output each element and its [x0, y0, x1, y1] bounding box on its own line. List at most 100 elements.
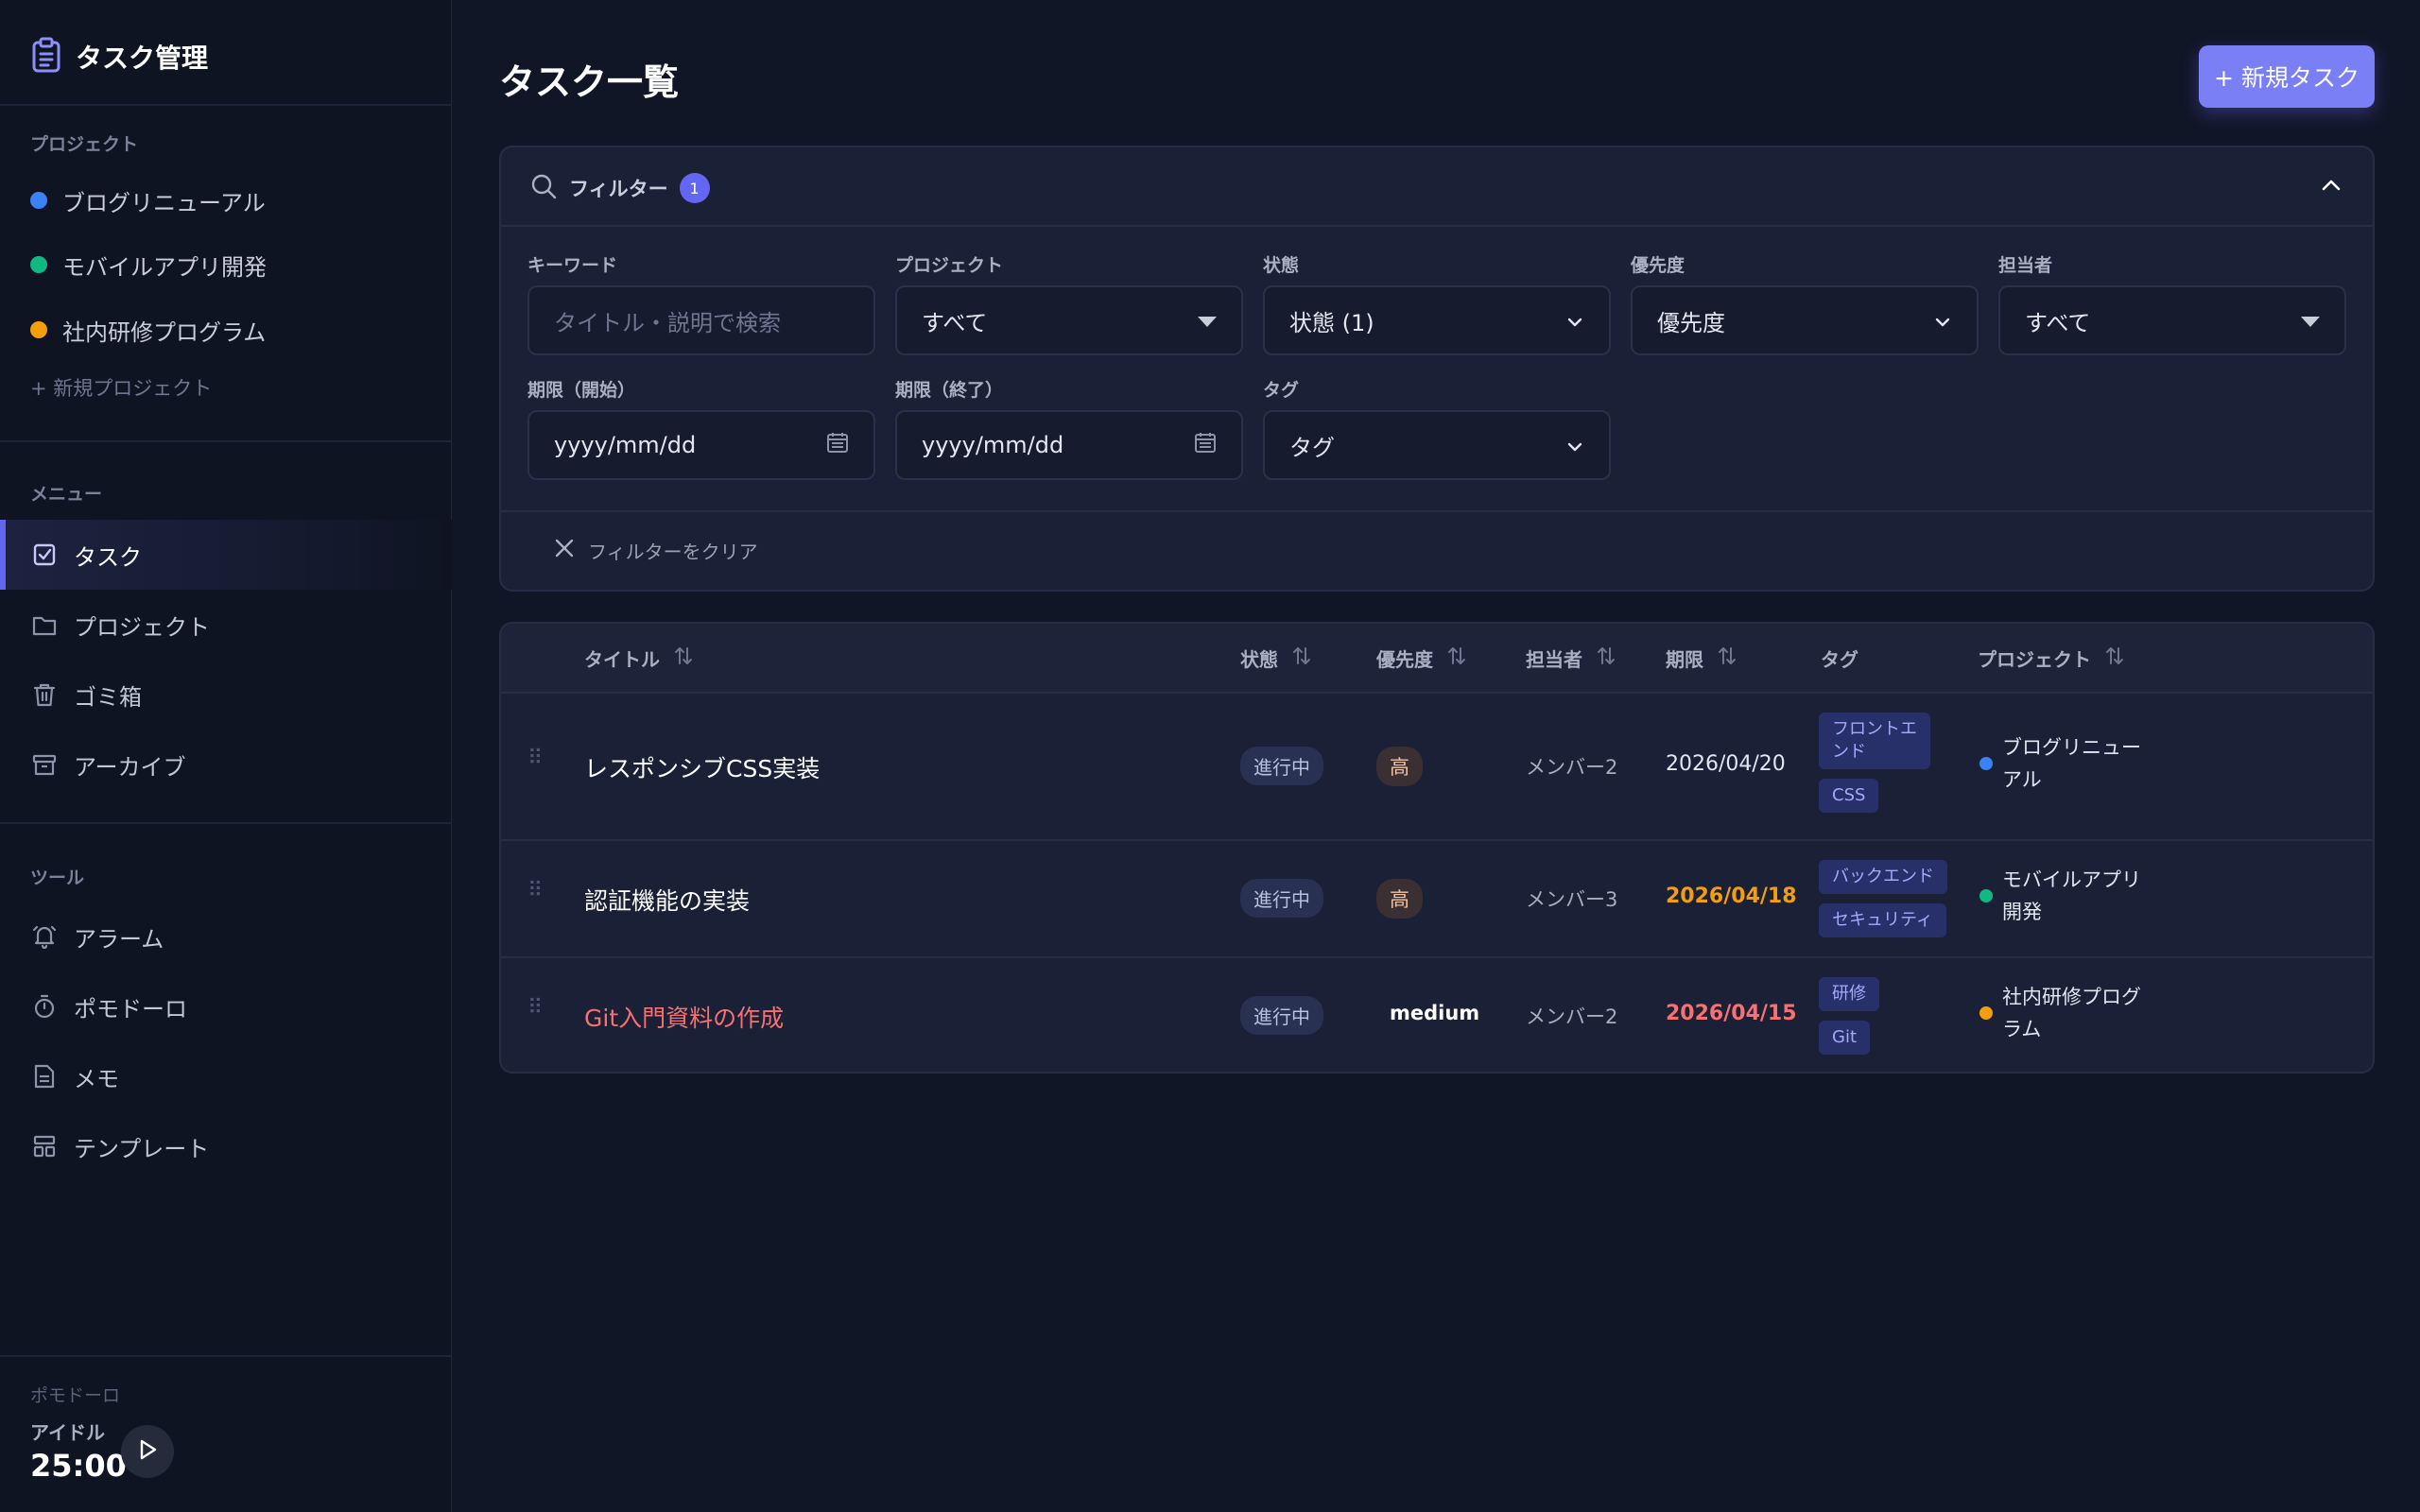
- table-header-row: タイトル 状態 優先度 担当者 期限 タグ プロジェクト: [501, 624, 2373, 694]
- assignee-filter-select[interactable]: すべて: [1998, 285, 2346, 355]
- due-end-label: 期限（終了）: [895, 380, 1004, 401]
- priority-filter-label: 優先度: [1631, 255, 1685, 276]
- drag-handle-icon[interactable]: ⠿: [527, 879, 543, 902]
- menu-item-tasks[interactable]: タスク: [0, 520, 452, 590]
- project-color-dot: [30, 192, 47, 209]
- play-icon: [137, 1438, 158, 1465]
- due-date: 2026/04/18: [1666, 885, 1797, 908]
- due-start-value: yyyy/mm/dd: [554, 432, 697, 458]
- due-start-date-input[interactable]: yyyy/mm/dd: [527, 410, 875, 480]
- column-header-label: 状態: [1240, 648, 1278, 671]
- close-icon: [554, 538, 575, 563]
- tag-filter-value: タグ: [1289, 434, 1335, 461]
- menu-heading: メニュー: [30, 484, 103, 505]
- sidebar-project-training[interactable]: 社内研修プログラム: [30, 311, 266, 349]
- sidebar-divider: [0, 104, 452, 106]
- clear-filter-button[interactable]: フィルターをクリア: [554, 537, 758, 564]
- task-title[interactable]: Git入門資料の作成: [584, 1000, 784, 1034]
- project-filter-select[interactable]: すべて: [895, 285, 1243, 355]
- menu-item-projects[interactable]: プロジェクト: [0, 590, 452, 660]
- column-header-due[interactable]: 期限: [1666, 644, 1737, 672]
- column-header-assignee[interactable]: 担当者: [1526, 644, 1616, 672]
- status-badge[interactable]: 進行中: [1240, 747, 1323, 785]
- table-row[interactable]: ⠿ Git入門資料の作成 進行中 medium メンバー2 2026/04/15…: [501, 958, 2373, 1072]
- tool-item-template[interactable]: テンプレート: [0, 1111, 452, 1181]
- tool-item-memo[interactable]: メモ: [0, 1041, 452, 1111]
- clear-filter-label: フィルターをクリア: [588, 541, 758, 563]
- menu-item-label: プロジェクト: [74, 613, 210, 641]
- column-header-title[interactable]: タイトル: [584, 644, 694, 672]
- project-color-dot: [30, 321, 47, 338]
- keyword-label: キーワード: [527, 255, 618, 276]
- note-icon: [30, 1062, 59, 1091]
- sidebar: タスク管理 プロジェクト ブログリニューアル モバイルアプリ開発 社内研修プログ…: [0, 0, 452, 1512]
- tag-list: フロントエンド CSS: [1819, 713, 1930, 813]
- tool-item-label: アラーム: [74, 925, 164, 953]
- filter-header: フィルター 1: [501, 147, 2373, 227]
- calendar-icon[interactable]: [826, 431, 849, 459]
- menu-item-trash[interactable]: ゴミ箱: [0, 660, 452, 730]
- tool-item-alarm[interactable]: アラーム: [0, 902, 452, 971]
- column-header-status[interactable]: 状態: [1240, 644, 1312, 672]
- project-color-dot: [1979, 757, 1993, 770]
- caret-down-icon: [2301, 307, 2320, 334]
- tag-chip[interactable]: バックエンド: [1819, 860, 1947, 894]
- due-date: 2026/04/15: [1666, 1002, 1797, 1025]
- status-badge[interactable]: 進行中: [1240, 996, 1323, 1035]
- sidebar-divider: [0, 822, 452, 824]
- task-title[interactable]: 認証機能の実装: [584, 883, 750, 917]
- filter-collapse-button[interactable]: [2316, 172, 2346, 202]
- column-header-priority[interactable]: 優先度: [1376, 644, 1467, 672]
- tag-filter-select[interactable]: タグ: [1263, 410, 1611, 480]
- sidebar-project-mobile[interactable]: モバイルアプリ開発: [30, 246, 267, 284]
- due-end-date-input[interactable]: yyyy/mm/dd: [895, 410, 1243, 480]
- row-project: モバイルアプリ開発: [1979, 864, 2144, 928]
- app-brand[interactable]: タスク管理: [30, 36, 208, 77]
- column-header-label: プロジェクト: [1978, 648, 2091, 671]
- due-date: 2026/04/20: [1666, 752, 1786, 776]
- pomodoro-widget-label: ポモドーロ: [30, 1385, 121, 1406]
- keyword-search-input[interactable]: タイトル・説明で検索: [527, 285, 875, 355]
- archive-icon: [30, 750, 59, 779]
- status-filter-label: 状態: [1263, 255, 1300, 276]
- chevron-down-icon: [1565, 307, 1584, 334]
- menu-item-label: タスク: [74, 543, 142, 571]
- tag-chip[interactable]: セキュリティ: [1819, 903, 1946, 937]
- menu-item-label: ゴミ箱: [74, 683, 142, 711]
- status-filter-select[interactable]: 状態 (1): [1263, 285, 1611, 355]
- trash-icon: [30, 680, 59, 709]
- tool-item-pomodoro[interactable]: ポモドーロ: [0, 971, 452, 1041]
- filter-count-badge: 1: [679, 173, 710, 203]
- priority-badge: medium: [1390, 1002, 1480, 1024]
- filter-divider: [501, 510, 2373, 512]
- assignee-name: メンバー3: [1526, 888, 1618, 911]
- sidebar-divider: [0, 1355, 452, 1357]
- tag-chip[interactable]: 研修: [1819, 977, 1879, 1011]
- status-badge[interactable]: 進行中: [1240, 879, 1323, 918]
- pomodoro-play-button[interactable]: [121, 1425, 174, 1478]
- calendar-icon[interactable]: [1194, 431, 1217, 459]
- column-header-project[interactable]: プロジェクト: [1978, 644, 2125, 672]
- drag-handle-icon[interactable]: ⠿: [527, 996, 543, 1020]
- tag-chip[interactable]: フロントエンド: [1819, 713, 1930, 769]
- new-project-button[interactable]: + 新規プロジェクト: [30, 372, 212, 403]
- due-start-label: 期限（開始）: [527, 380, 636, 401]
- menu-item-archive[interactable]: アーカイブ: [0, 730, 452, 799]
- new-task-button[interactable]: + 新規タスク: [2199, 45, 2375, 108]
- tag-chip[interactable]: CSS: [1819, 779, 1879, 813]
- chevron-down-icon: [1565, 432, 1584, 458]
- tag-list: バックエンド セキュリティ: [1819, 860, 1947, 937]
- column-header-label: 期限: [1666, 648, 1703, 671]
- table-row[interactable]: ⠿ 認証機能の実装 進行中 高 メンバー3 2026/04/18 バックエンド …: [501, 841, 2373, 958]
- folder-icon: [30, 610, 59, 639]
- keyword-placeholder: タイトル・説明で検索: [554, 309, 781, 336]
- table-row[interactable]: ⠿ レスポンシブCSS実装 進行中 高 メンバー2 2026/04/20 フロン…: [501, 694, 2373, 841]
- sidebar-project-blog[interactable]: ブログリニューアル: [30, 181, 266, 219]
- filter-toggle[interactable]: フィルター 1: [529, 172, 710, 204]
- sort-icon: [673, 645, 694, 671]
- priority-filter-select[interactable]: 優先度: [1631, 285, 1979, 355]
- drag-handle-icon[interactable]: ⠿: [527, 747, 543, 770]
- task-title[interactable]: レスポンシブCSS実装: [584, 750, 820, 784]
- project-color-dot: [30, 256, 47, 273]
- tag-chip[interactable]: Git: [1819, 1021, 1871, 1055]
